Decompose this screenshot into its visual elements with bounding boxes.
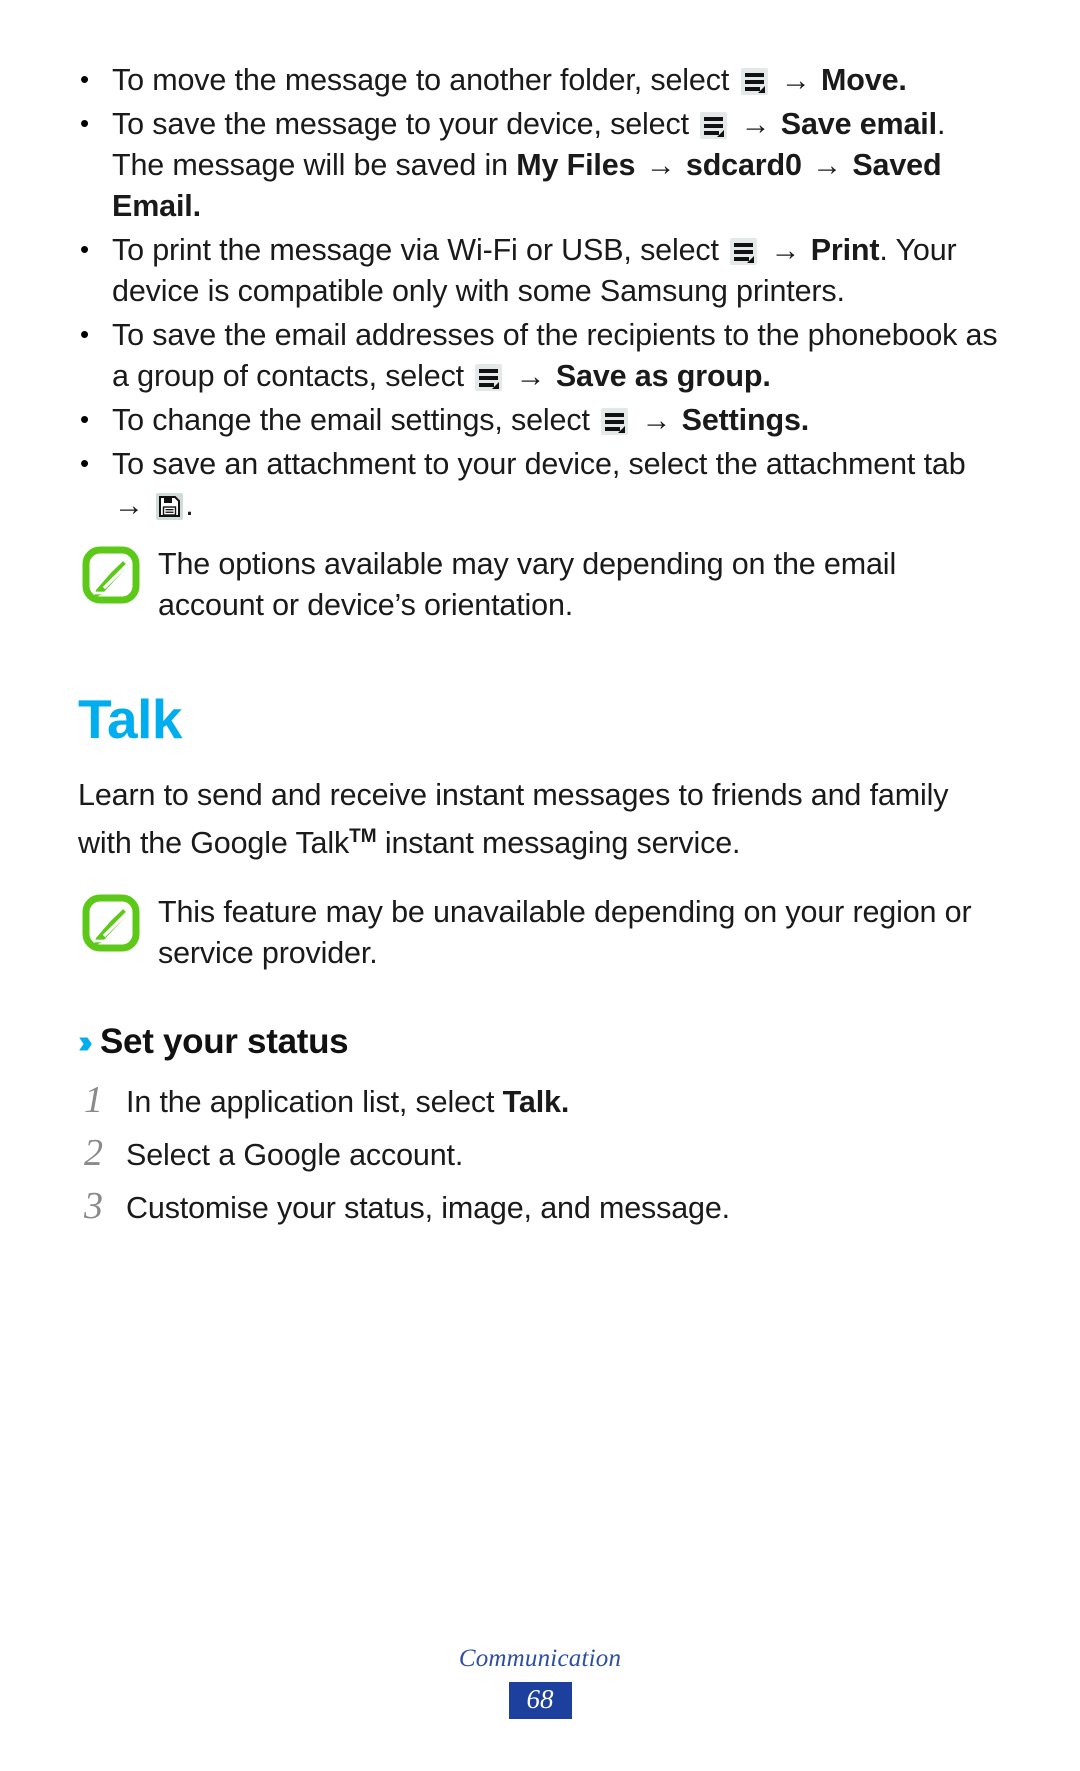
note-callout: The options available may vary depending… (78, 542, 1002, 626)
arrow-glyph: → (780, 64, 811, 97)
bullet-text: To save an attachment to your device, se… (112, 447, 966, 481)
list-item: 1 In the application list, select Talk. (78, 1080, 1002, 1123)
note-callout: This feature may be unavailable dependin… (78, 890, 1002, 974)
numbered-steps-list: 1 In the application list, select Talk. … (78, 1080, 1002, 1229)
bullet-text: To print the message via Wi-Fi or USB, s… (112, 233, 719, 267)
list-item: 2 Select a Google account. (78, 1133, 1002, 1176)
step-bold-term: Talk (502, 1085, 561, 1119)
list-item: To change the email settings, select → S… (78, 399, 1002, 441)
save-attachment-icon (156, 493, 184, 520)
step-period: . (560, 1085, 570, 1119)
step-number: 3 (84, 1185, 103, 1227)
subheading-label: Set your status (99, 1022, 349, 1061)
note-pencil-icon (82, 546, 140, 604)
note-text: The options available may vary depending… (158, 547, 897, 622)
list-item: To save the email addresses of the recip… (78, 314, 1002, 397)
footer-page-number: 68 (508, 1681, 572, 1719)
step-text: Select a Google account. (126, 1138, 464, 1172)
bullet-bold-term: Save email (780, 107, 937, 141)
trademark-symbol: TM (349, 826, 377, 847)
menu-icon (730, 238, 758, 265)
arrow-glyph: → (641, 404, 672, 437)
bullet-text: To save the message to your device, sele… (112, 107, 689, 141)
menu-icon (740, 68, 768, 95)
bullet-period: . (898, 63, 907, 97)
step-text-pre: In the application list, select (126, 1085, 503, 1119)
list-item: To print the message via Wi-Fi or USB, s… (78, 229, 1002, 312)
section-subheading: ›› Set your status (78, 1022, 1002, 1062)
list-item: To save an attachment to your device, se… (78, 443, 1002, 526)
menu-icon (601, 408, 629, 435)
note-text: This feature may be unavailable dependin… (158, 895, 972, 970)
menu-icon (700, 112, 728, 139)
page-title: Talk (78, 688, 182, 750)
bullet-bold-term: Print (810, 233, 880, 267)
bullet-bold-term: Save as group (555, 359, 763, 393)
page-footer: Communication 68 (0, 1645, 1080, 1719)
email-options-bullet-list: To move the message to another folder, s… (78, 59, 1002, 526)
arrow-glyph: → (645, 149, 676, 182)
intro-text-part2: instant messaging service. (376, 826, 741, 860)
bullet-period: . (800, 403, 810, 437)
arrow-glyph: → (812, 149, 843, 182)
note-pencil-icon (82, 894, 140, 952)
bullet-period: . (762, 359, 771, 393)
intro-paragraph: Learn to send and receive instant messag… (78, 775, 1002, 864)
bullet-text: To move the message to another folder, s… (112, 63, 730, 97)
list-item: 3 Customise your status, image, and mess… (78, 1186, 1002, 1229)
bullet-bold-path-2: sdcard0 (685, 148, 802, 182)
list-item: To save the message to your device, sele… (78, 103, 1002, 227)
bullet-text: To change the email settings, select (112, 403, 590, 437)
arrow-glyph: → (740, 108, 771, 141)
arrow-glyph: → (515, 360, 546, 393)
list-item: To move the message to another folder, s… (78, 59, 1002, 101)
bullet-bold-term: Settings (681, 403, 801, 437)
bullet-bold-path-1: My Files (516, 148, 636, 182)
chevron-right-icon: ›› (78, 1023, 93, 1060)
bullet-period: . (185, 488, 194, 522)
step-text: In the application list, select Talk. (126, 1082, 569, 1123)
menu-icon (475, 364, 503, 391)
step-number: 2 (84, 1132, 103, 1174)
footer-section-label: Communication (458, 1644, 622, 1672)
manual-page: To move the message to another folder, s… (0, 0, 1080, 1771)
bullet-text: To save the email addresses of the recip… (112, 318, 998, 393)
bullet-bold-term: Move (821, 63, 899, 97)
step-number: 1 (84, 1079, 103, 1121)
arrow-glyph: → (114, 489, 144, 522)
bullet-period: . (192, 189, 201, 223)
step-text: Customise your status, image, and messag… (126, 1191, 730, 1225)
arrow-glyph: → (770, 234, 801, 267)
